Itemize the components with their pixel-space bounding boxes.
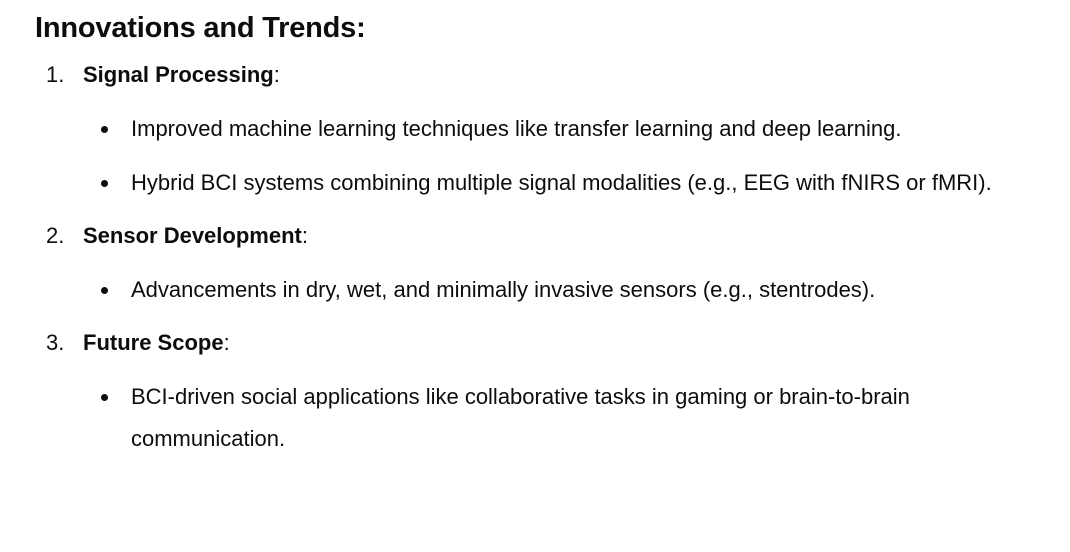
list-item-header: 2. Sensor Development: — [46, 221, 1055, 251]
list-item-header: 3. Future Scope: — [46, 328, 1055, 358]
bullet-text: BCI-driven social applications like coll… — [131, 384, 910, 451]
list-item-colon: : — [223, 330, 230, 355]
list-item-future-scope: 3. Future Scope: BCI-driven social appli… — [35, 328, 1055, 460]
bullet-item: Hybrid BCI systems combining multiple si… — [83, 162, 1055, 204]
list-item-sensor-development: 2. Sensor Development: Advancements in d… — [35, 221, 1055, 311]
list-item-colon: : — [273, 62, 280, 87]
bullet-icon — [101, 180, 108, 187]
section-heading: Innovations and Trends: — [35, 12, 366, 44]
document-body: Innovations and Trends: 1. Signal Proces… — [35, 8, 1055, 460]
list-item-title: Future Scope — [83, 330, 224, 355]
bullet-icon — [101, 126, 108, 133]
list-item-colon: : — [301, 223, 308, 248]
bullet-item: BCI-driven social applications like coll… — [83, 376, 1055, 460]
bullet-icon — [101, 287, 108, 294]
list-number: 3. — [46, 330, 65, 355]
numbered-list: 1. Signal Processing: Improved machine l… — [35, 60, 1055, 460]
bullet-item: Improved machine learning techniques lik… — [83, 108, 1055, 150]
bullet-list: Improved machine learning techniques lik… — [83, 108, 1055, 204]
bullet-text: Improved machine learning techniques lik… — [131, 116, 902, 141]
list-item-title: Signal Processing — [83, 62, 274, 87]
list-number: 2. — [46, 223, 65, 248]
bullet-item: Advancements in dry, wet, and minimally … — [83, 269, 1055, 311]
bullet-list: Advancements in dry, wet, and minimally … — [83, 269, 1055, 311]
list-item-signal-processing: 1. Signal Processing: Improved machine l… — [35, 60, 1055, 204]
list-item-title: Sensor Development — [83, 223, 302, 248]
bullet-text: Hybrid BCI systems combining multiple si… — [131, 170, 992, 195]
list-number: 1. — [46, 62, 65, 87]
bullet-list: BCI-driven social applications like coll… — [83, 376, 1055, 460]
bullet-icon — [101, 394, 108, 401]
list-item-header: 1. Signal Processing: — [46, 60, 1055, 90]
bullet-text: Advancements in dry, wet, and minimally … — [131, 277, 876, 302]
